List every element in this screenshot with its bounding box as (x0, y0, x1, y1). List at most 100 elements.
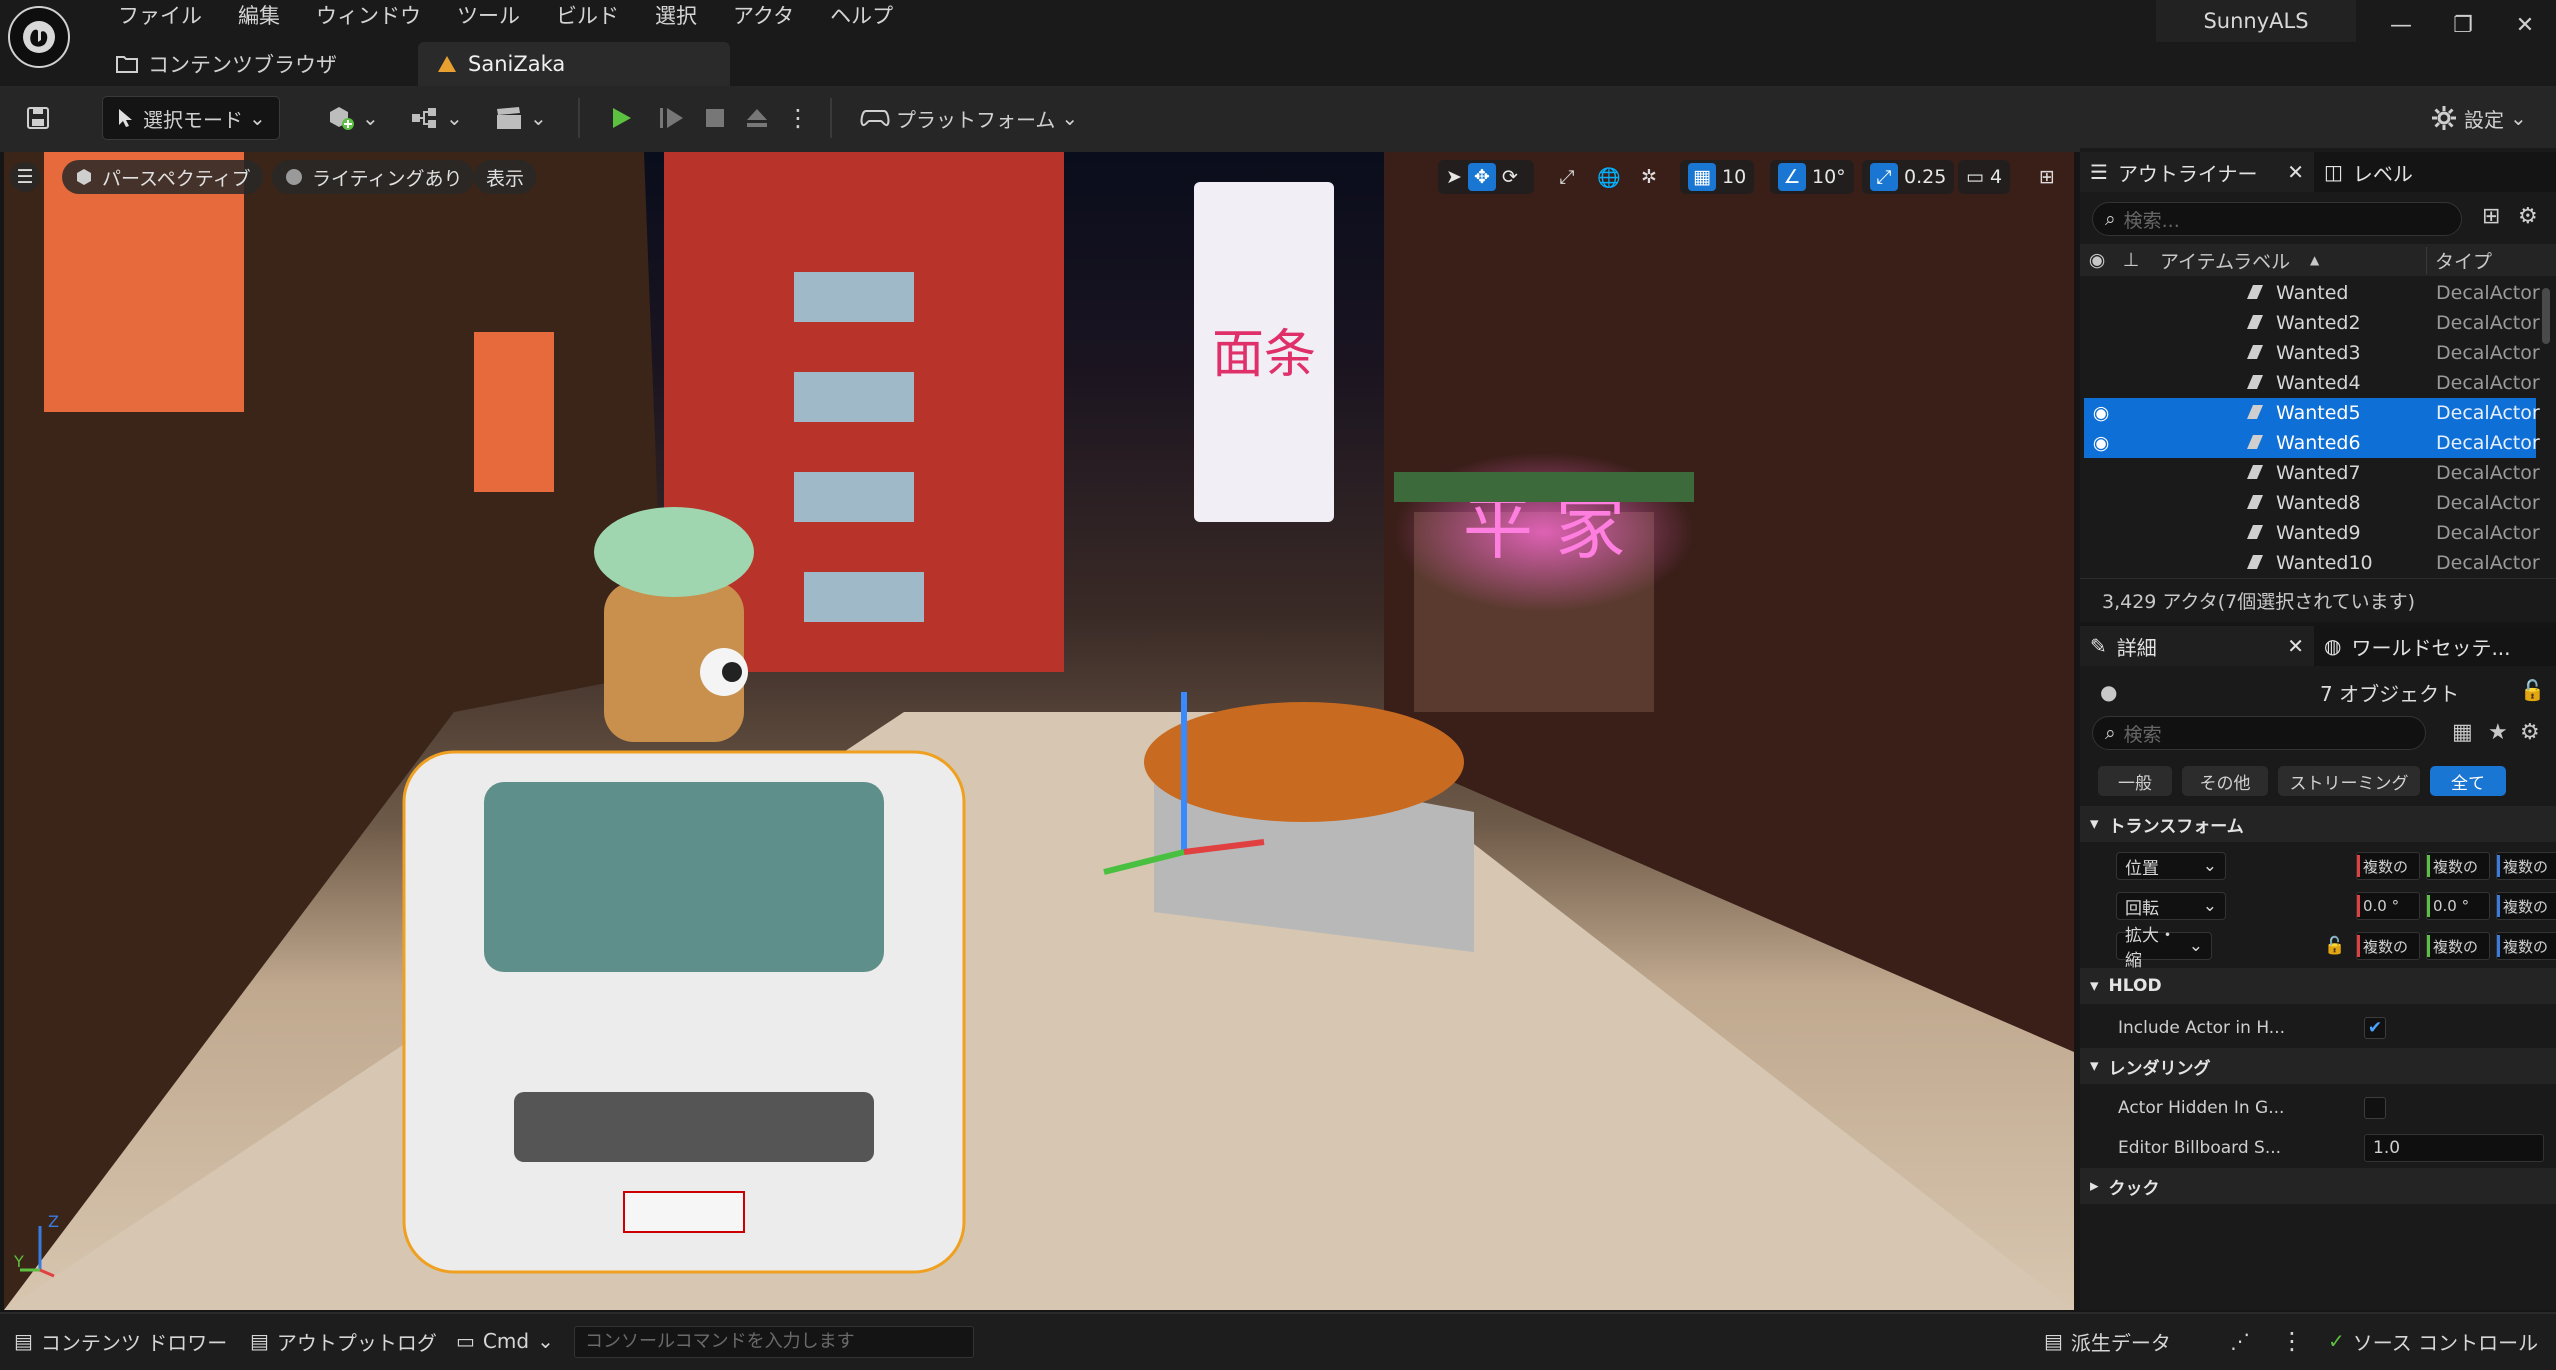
table-view-icon[interactable]: ▦ (2452, 720, 2473, 745)
location-y[interactable]: 複数の (2426, 852, 2490, 880)
grid-snap-group[interactable]: ▦ 10 (1680, 160, 1755, 194)
frame-skip-button[interactable] (656, 96, 686, 140)
view-mode-button[interactable]: ライティングあり (272, 160, 475, 194)
actor-hidden-checkbox[interactable] (2364, 1097, 2386, 1119)
outliner-row[interactable]: ◉ Wanted5 DecalActor (2084, 398, 2540, 428)
menu-select[interactable]: 選択 (637, 0, 715, 32)
item-label-column-header[interactable]: アイテムラベル (2160, 247, 2290, 274)
rotation-snap-group[interactable]: ∠ 10° (1770, 160, 1854, 194)
platform-button[interactable]: プラットフォーム ⌄ (860, 96, 1078, 140)
tab-world-settings[interactable]: ◍ ワールドセッテ... (2314, 626, 2521, 666)
tab-content-browser[interactable]: コンテンツブラウザ (98, 42, 398, 86)
outliner-search[interactable]: ⌕ 検索... (2092, 202, 2462, 236)
blueprint-button[interactable]: ⌄ (410, 96, 463, 140)
rotation-x[interactable]: 0.0 ° (2356, 892, 2420, 920)
pin-icon[interactable]: ⊥ (2114, 249, 2148, 271)
menu-help[interactable]: ヘルプ (812, 0, 911, 32)
translate-tool-icon[interactable]: ✥ (1467, 163, 1496, 191)
scale-dropdown[interactable]: 拡大・縮 ⌄ (2116, 926, 2212, 971)
filter-misc[interactable]: その他 (2182, 766, 2268, 796)
tab-level[interactable]: SaniZaka (418, 42, 730, 86)
world-local-icon[interactable]: 🌐 (1594, 162, 1624, 192)
stop-button[interactable] (700, 96, 730, 140)
billboard-scale-input[interactable]: 1.0 (2364, 1134, 2544, 1162)
minimize-button[interactable]: — (2370, 0, 2432, 50)
star-icon[interactable]: ★ (2488, 720, 2508, 745)
menu-build[interactable]: ビルド (538, 0, 637, 32)
unlock-icon[interactable]: 🔓 (2324, 936, 2345, 956)
cook-category[interactable]: ▸ クック (2080, 1168, 2556, 1204)
play-options-button[interactable]: ⋮ (786, 96, 810, 140)
outliner-row[interactable]: Wanted3 DecalActor (2084, 338, 2540, 368)
outliner-row[interactable]: Wanted2 DecalActor (2084, 308, 2540, 338)
unreal-logo-icon[interactable] (8, 6, 70, 68)
source-control-button[interactable]: ✓ ソース コントロール (2328, 1312, 2538, 1370)
outliner-row[interactable]: Wanted8 DecalActor (2084, 488, 2540, 518)
outliner-row[interactable]: ◉ Wanted6 DecalActor (2084, 428, 2540, 458)
cmd-dropdown[interactable]: ▭ Cmd ⌄ (456, 1312, 554, 1370)
details-search[interactable]: ⌕ 検索 (2092, 716, 2426, 750)
gear-icon[interactable]: ⚙ (2518, 204, 2538, 229)
status-options-button[interactable]: ⋮ (2280, 1312, 2304, 1370)
perspective-button[interactable]: パースペクティブ (62, 160, 263, 194)
scale-snap-group[interactable]: ⤢ 0.25 (1862, 160, 1955, 194)
outliner-row[interactable]: Wanted DecalActor (2084, 278, 2540, 308)
menu-actor[interactable]: アクタ (715, 0, 812, 32)
add-actor-button[interactable]: ⌄ (326, 96, 379, 140)
transform-category[interactable]: ▾ トランスフォーム (2080, 806, 2556, 842)
scale-x[interactable]: 複数の (2356, 932, 2420, 960)
close-icon[interactable]: ✕ (2287, 160, 2304, 184)
scale-z[interactable]: 複数の (2496, 932, 2556, 960)
tab-outliner[interactable]: ☰ アウトライナー ✕ (2080, 152, 2314, 192)
eye-icon[interactable]: ◉ (2080, 249, 2114, 271)
menu-tools[interactable]: ツール (439, 0, 538, 32)
settings-button[interactable]: 設定 ⌄ (2430, 96, 2527, 140)
tab-levels[interactable]: ◫ レベル (2314, 152, 2423, 192)
outliner-scrollbar[interactable] (2542, 288, 2550, 344)
menu-window[interactable]: ウィンドウ (298, 0, 439, 32)
gear-icon[interactable]: ⚙ (2520, 720, 2540, 745)
filter-all[interactable]: 全て (2430, 766, 2506, 796)
show-button[interactable]: 表示 (474, 160, 537, 194)
content-drawer-button[interactable]: ▤ コンテンツ ドロワー (14, 1312, 227, 1370)
rotation-y[interactable]: 0.0 ° (2426, 892, 2490, 920)
cinematics-button[interactable]: ⌄ (494, 96, 547, 140)
surface-snap-icon[interactable]: ✲ (1634, 162, 1664, 192)
rotation-dropdown[interactable]: 回転 ⌄ (2116, 892, 2226, 920)
select-tool-icon[interactable]: ➤ (1446, 166, 1462, 188)
derived-data-button[interactable]: ▤ 派生データ (2044, 1312, 2171, 1370)
eject-button[interactable] (742, 96, 772, 140)
save-button[interactable] (20, 96, 56, 140)
scale-y[interactable]: 複数の (2426, 932, 2490, 960)
scale-tool-icon[interactable]: ⤢ (1552, 162, 1582, 192)
location-z[interactable]: 複数の (2496, 852, 2556, 880)
close-button[interactable]: ✕ (2494, 0, 2556, 50)
output-log-button[interactable]: ▤ アウトプットログ (250, 1312, 437, 1370)
menu-file[interactable]: ファイル (100, 0, 220, 32)
rendering-category[interactable]: ▾ レンダリング (2080, 1048, 2556, 1084)
level-viewport[interactable]: 面条 平 家 ☰ パースペクティブ ライティングあり 表示 ➤ ✥ ⟳ ⤢ 🌐 … (4, 152, 2074, 1310)
outliner-row[interactable]: Wanted4 DecalActor (2084, 368, 2540, 398)
outliner-row[interactable]: Wanted7 DecalActor (2084, 458, 2540, 488)
hlod-category[interactable]: ▾ HLOD (2080, 968, 2556, 1004)
tab-details[interactable]: ✎ 詳細 ✕ (2080, 626, 2314, 666)
console-input[interactable]: コンソールコマンドを入力します (574, 1326, 974, 1358)
viewport-layout-icon[interactable]: ⊞ (2032, 162, 2062, 192)
include-hlod-checkbox[interactable]: ✔ (2364, 1017, 2386, 1039)
menu-edit[interactable]: 編集 (220, 0, 298, 32)
play-button[interactable] (606, 96, 636, 140)
visibility-eye-icon[interactable]: ◉ (2084, 432, 2118, 454)
type-column-header[interactable]: タイプ (2426, 246, 2492, 274)
location-x[interactable]: 複数の (2356, 852, 2420, 880)
rotation-z[interactable]: 複数の (2496, 892, 2556, 920)
add-folder-icon[interactable]: ⊞ (2482, 204, 2500, 229)
lock-icon[interactable]: 🔓 (2520, 678, 2545, 702)
filter-general[interactable]: 一般 (2098, 766, 2172, 796)
camera-speed-group[interactable]: ▭ 4 (1958, 160, 2011, 194)
outliner-row[interactable]: Wanted9 DecalActor (2084, 518, 2540, 548)
visibility-eye-icon[interactable]: ◉ (2084, 402, 2118, 424)
restore-button[interactable]: ❐ (2432, 0, 2494, 50)
outliner-row[interactable]: Wanted10 DecalActor (2084, 548, 2540, 578)
rotate-tool-icon[interactable]: ⟳ (1502, 166, 1518, 188)
viewport-options-button[interactable]: ☰ (10, 162, 40, 192)
